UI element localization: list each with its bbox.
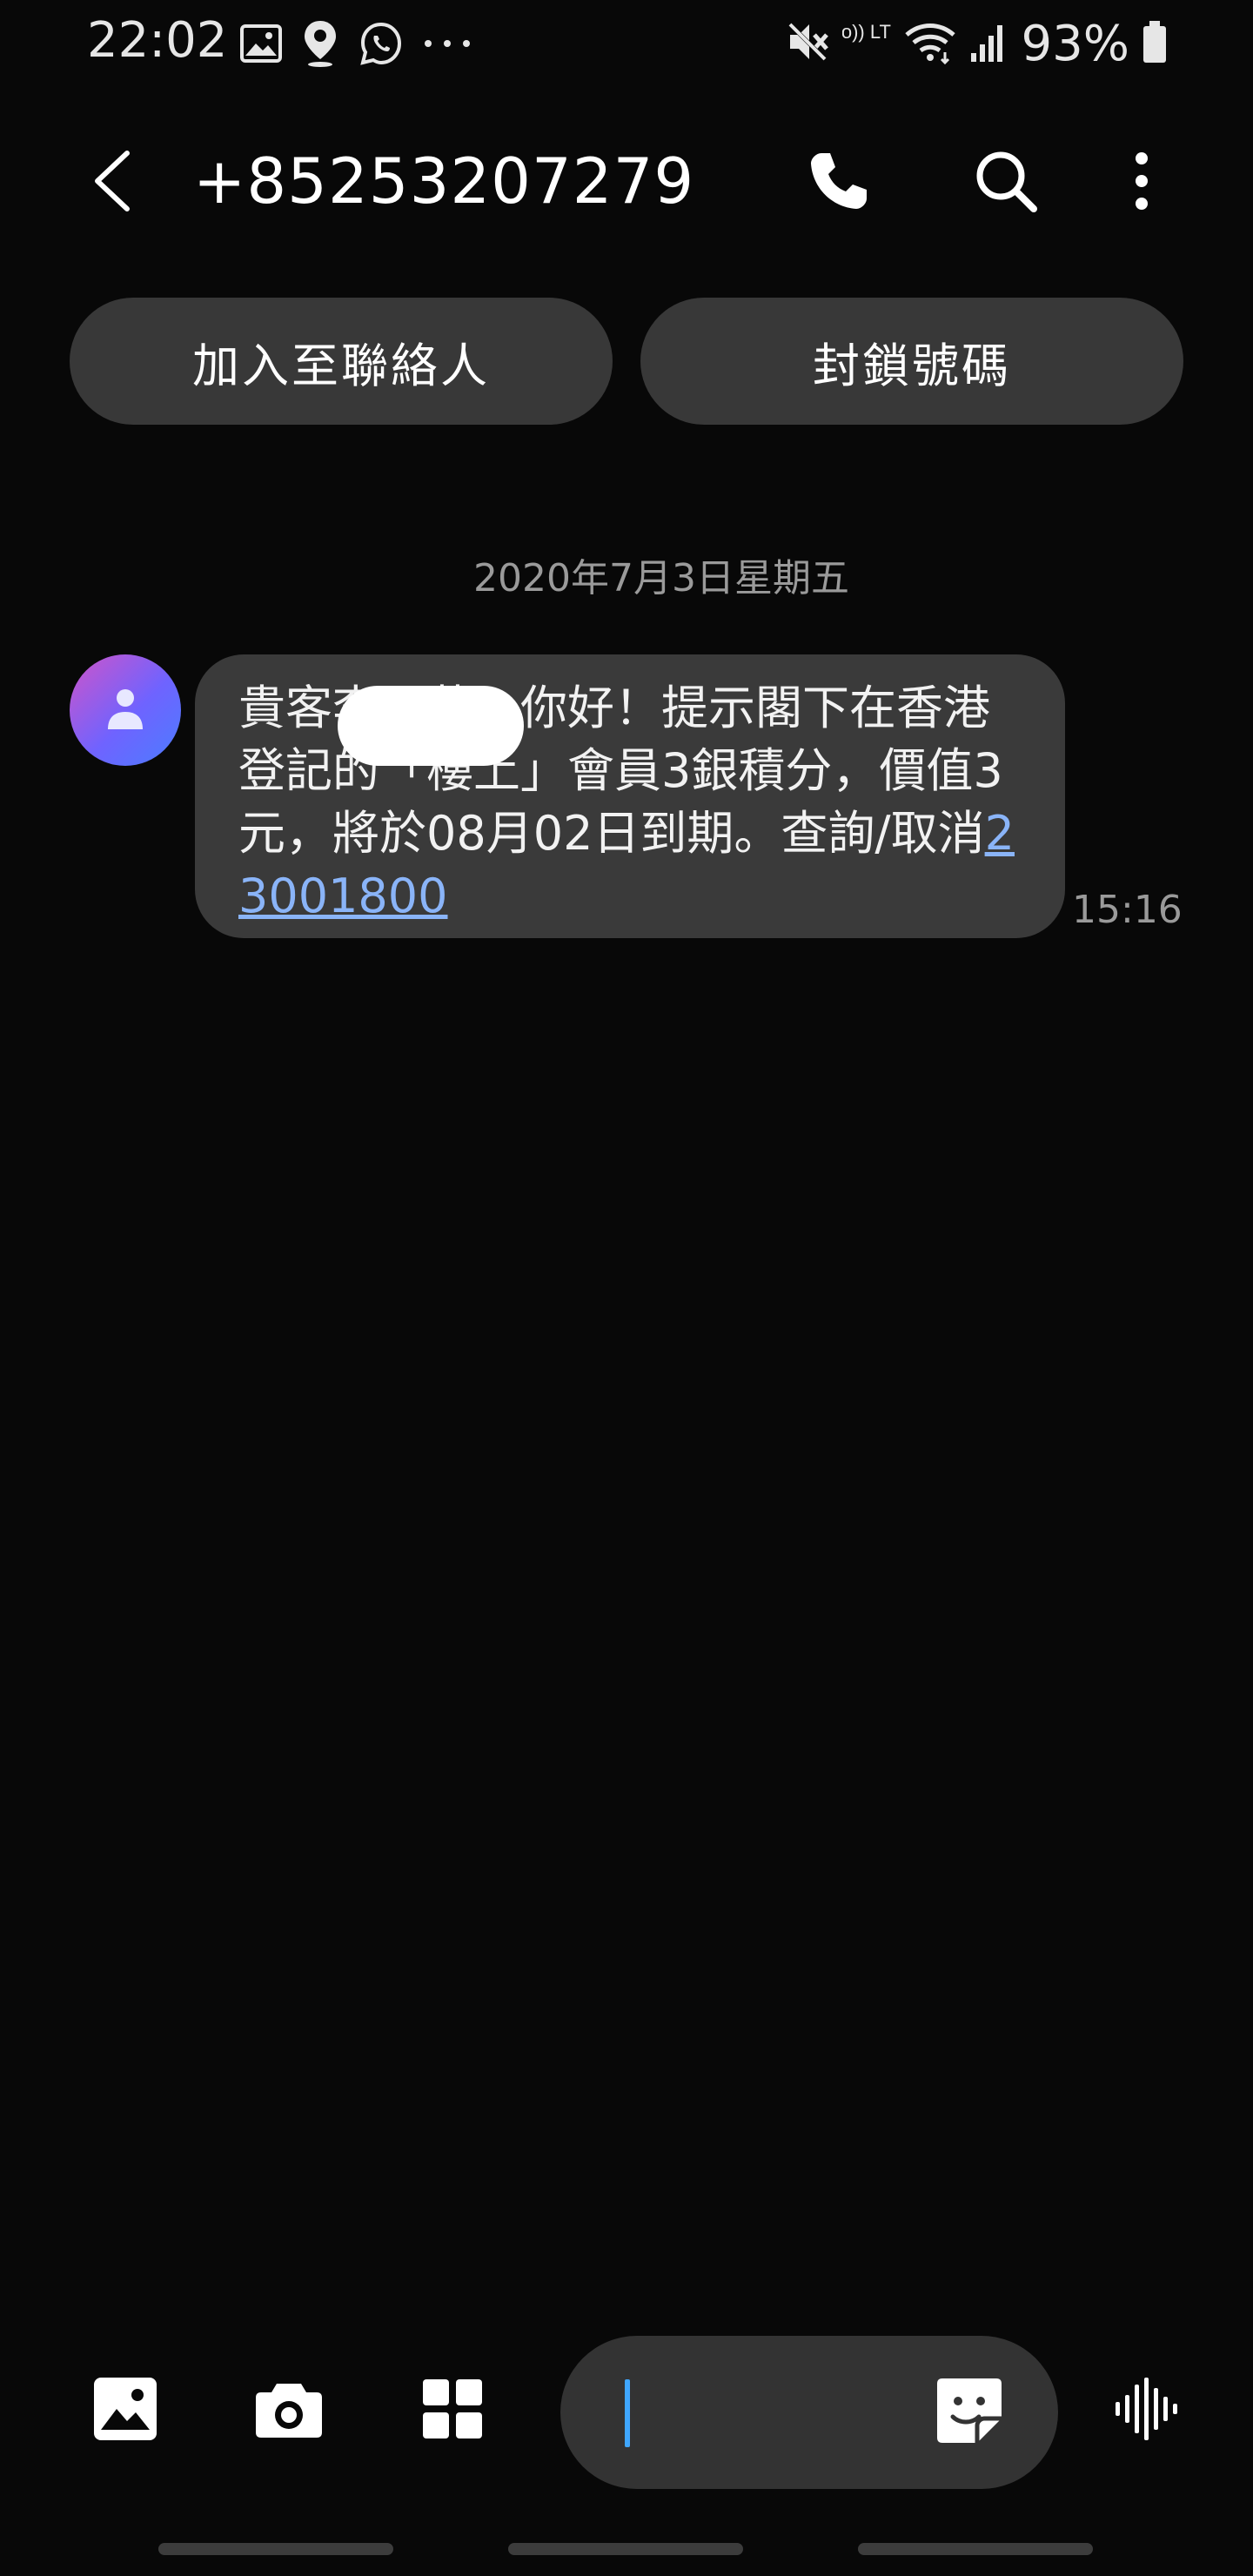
phone-icon: [806, 148, 872, 218]
battery-percentage: 93%: [1021, 15, 1129, 72]
add-to-contacts-button[interactable]: 加入至聯絡人: [70, 298, 613, 425]
apps-grid-icon: [421, 2378, 484, 2444]
apps-button[interactable]: [409, 2367, 496, 2454]
avatar[interactable]: [70, 654, 181, 766]
app-bar: +85253207279: [0, 131, 1253, 235]
notification-icons: [240, 19, 472, 68]
location-notification-icon: [301, 19, 339, 68]
volte-icon: Vo)) LTE: [829, 17, 903, 70]
system-icons: Vo)) LTE 93%: [785, 15, 1168, 72]
text-cursor: [625, 2379, 630, 2447]
sticker-icon: [935, 2377, 1003, 2448]
message-input[interactable]: [639, 2371, 903, 2456]
back-button[interactable]: [77, 139, 146, 226]
more-vertical-icon: [1133, 150, 1150, 216]
search-button[interactable]: [962, 139, 1049, 226]
gallery-icon: [92, 2376, 158, 2445]
navigation-bar: [0, 2524, 1253, 2576]
voice-record-button[interactable]: [1103, 2367, 1190, 2454]
more-options-button[interactable]: [1098, 139, 1185, 226]
image-notification-icon: [240, 24, 282, 63]
more-notifications-icon: [423, 38, 472, 49]
sticker-button[interactable]: [926, 2369, 1013, 2456]
person-icon: [106, 686, 144, 735]
wifi-icon: [903, 19, 957, 68]
nav-back-gesture[interactable]: [858, 2543, 1093, 2555]
nav-recents-gesture[interactable]: [158, 2543, 393, 2555]
message-bubble[interactable]: 貴客李君藝，你好！提示閣下在香港登記的「樓上」會員3銀積分，價值3元，將於08月…: [195, 654, 1065, 938]
volte-label: Vo)) LTE: [842, 21, 891, 43]
gallery-button[interactable]: [82, 2367, 169, 2454]
mute-icon: [785, 19, 830, 68]
contact-title: +85253207279: [193, 144, 695, 218]
status-time: 22:02: [87, 12, 228, 69]
block-number-button[interactable]: 封鎖號碼: [640, 298, 1183, 425]
battery-icon: [1142, 19, 1168, 68]
camera-icon: [254, 2378, 324, 2443]
message-input-box[interactable]: [560, 2336, 1058, 2489]
date-separator: 2020年7月3日星期五: [473, 556, 849, 600]
nav-home-gesture[interactable]: [508, 2543, 743, 2555]
whatsapp-notification-icon: [358, 21, 404, 66]
camera-button[interactable]: [245, 2367, 332, 2454]
status-bar: 22:02 o)) LT 93%: [0, 0, 1253, 87]
voice-waveform-icon: [1112, 2376, 1182, 2445]
redaction-mark: [338, 686, 524, 766]
search-icon: [973, 148, 1039, 218]
back-arrow-icon: [90, 150, 132, 216]
signal-icon: [969, 20, 1009, 67]
message-timestamp: 15:16: [1072, 888, 1183, 932]
call-button[interactable]: [795, 139, 882, 226]
